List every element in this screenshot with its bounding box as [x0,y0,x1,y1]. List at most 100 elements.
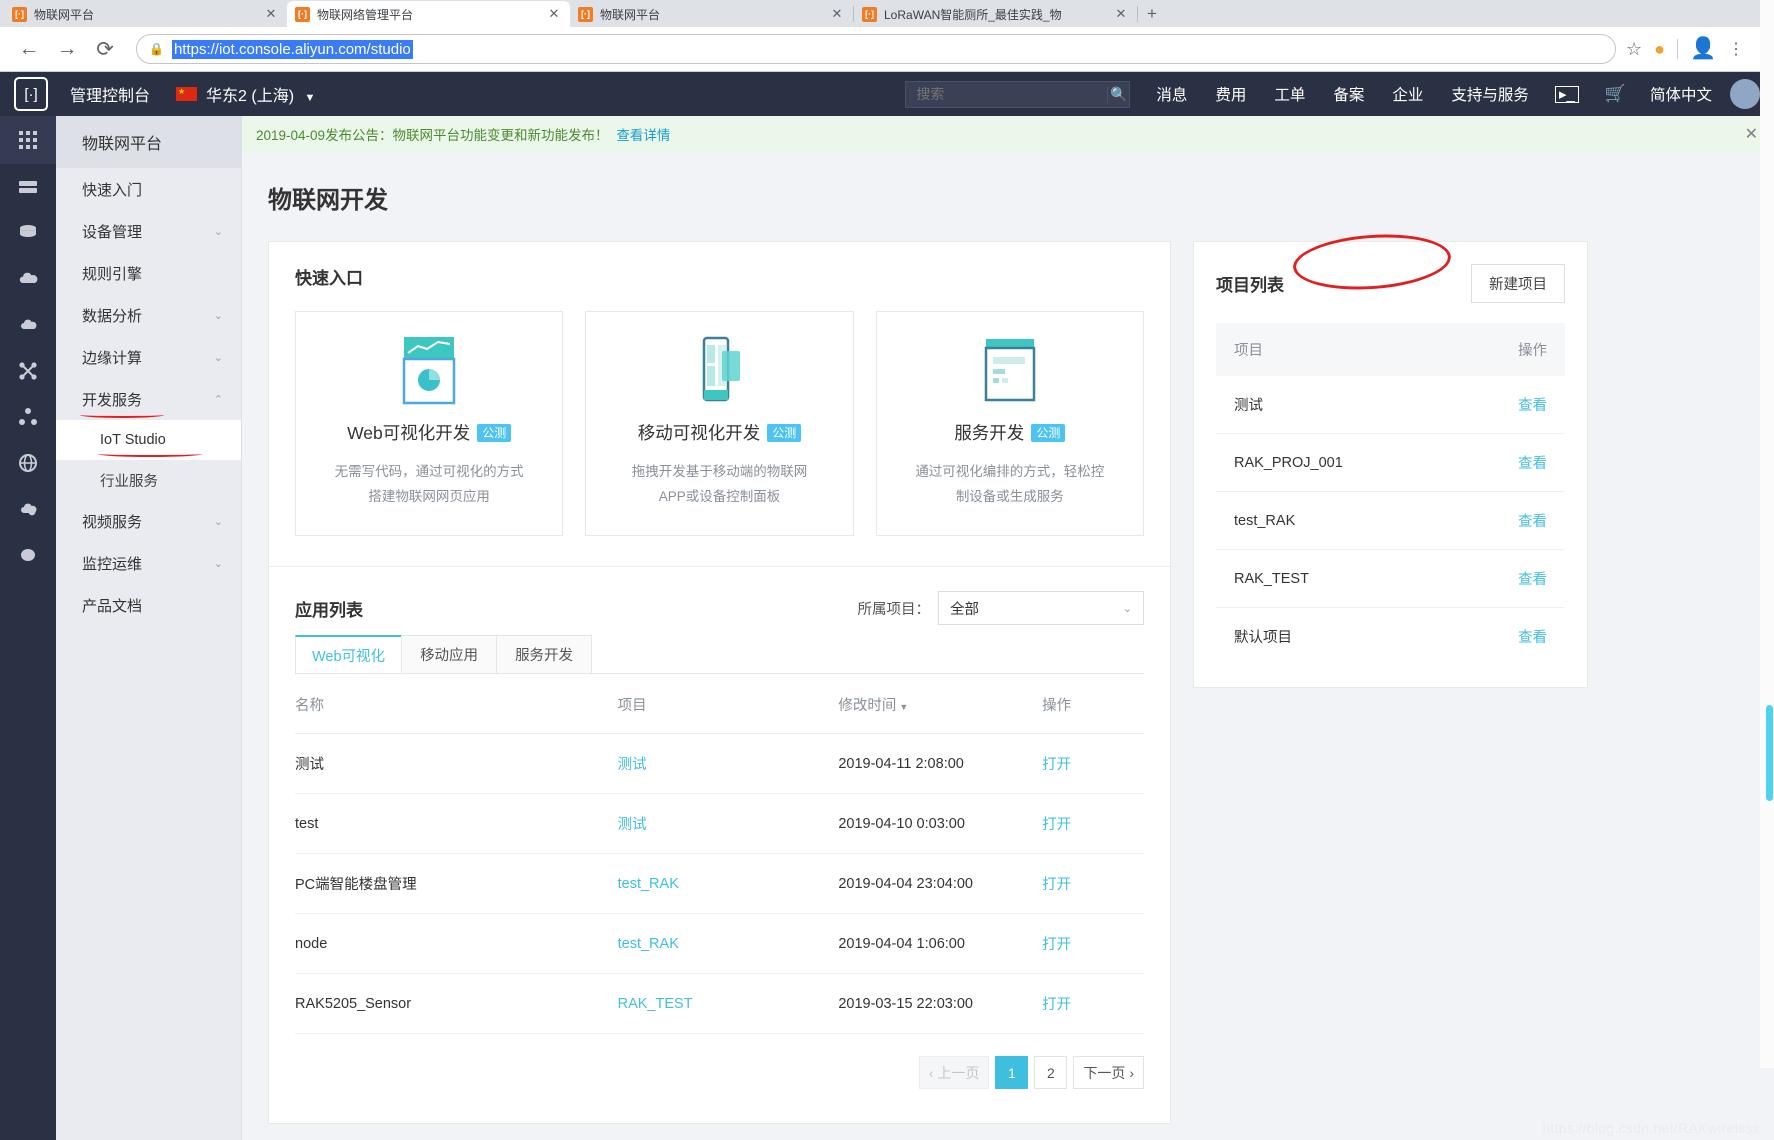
entry-card-service-dev[interactable]: 服务开发 公测 通过可视化编排的方式，轻松控 制设备或生成服务 [876,311,1144,536]
profile-avatar-icon[interactable]: 👤 [1690,37,1716,61]
sidebar-item-rule-engine[interactable]: 规则引擎 [56,252,241,294]
share-nodes-icon[interactable] [0,394,56,440]
new-tab-button[interactable]: + [1138,1,1166,27]
cell-project-link[interactable]: test_RAK [618,854,839,914]
tab-close-icon[interactable]: ✕ [263,6,279,22]
announcement-link[interactable]: 查看详情 [616,128,670,143]
view-project-link[interactable]: 查看 [1518,452,1547,473]
sidebar-item-product-docs[interactable]: 产品文档 [56,584,241,626]
open-app-link[interactable]: 打开 [1042,974,1144,1034]
globe-icon[interactable] [0,440,56,486]
pagination-prev[interactable]: ‹ 上一页 [919,1056,990,1089]
new-project-button[interactable]: 新建项目 [1471,264,1565,303]
region-selector[interactable]: 华东2 (上海) ▼ [206,82,315,106]
open-app-link[interactable]: 打开 [1042,914,1144,974]
browser-tab[interactable]: [·] 物联网平台 ✕ [4,1,287,27]
cell-project-link[interactable]: RAK_TEST [618,974,839,1034]
sidebar-item-quickstart[interactable]: 快速入门 [56,168,241,210]
cell-project-link[interactable]: 测试 [618,734,839,794]
tab-close-icon[interactable]: ✕ [829,6,845,22]
three-dot-menu-icon[interactable]: ⋮ [1728,39,1744,59]
pagination: ‹ 上一页 1 2 下一页 › [295,1034,1144,1113]
cell-project-link[interactable]: 测试 [618,794,839,854]
address-bar[interactable]: 🔒 https://iot.console.aliyun.com/studio [136,34,1616,64]
project-row: 默认项目 查看 [1216,608,1565,665]
column-header-project: 项目 [618,674,839,734]
apps-grid-icon[interactable] [0,116,56,164]
entry-card-desc-line2: 搭建物联网网页应用 [304,484,554,509]
cloud-security-icon[interactable] [0,486,56,532]
topnav-item-billing[interactable]: 费用 [1215,83,1246,105]
announcement-text: 2019-04-09发布公告：物联网平台功能变更和新功能发布！ [256,128,609,143]
sort-descending-icon: ▼ [899,702,908,712]
tab-favicon-icon: [·] [578,7,593,22]
cloud-icon[interactable] [0,302,56,348]
entry-card-web-visual[interactable]: Web可视化开发 公测 无需写代码，通过可视化的方式 搭建物联网网页应用 [295,311,563,536]
sidebar-item-video-services[interactable]: 视频服务 ⌄ [56,500,241,542]
sidebar-item-development-services[interactable]: 开发服务 ⌃ [56,378,241,420]
terminal-icon[interactable]: ▸_ [1555,86,1579,103]
sidebar-item-device-management[interactable]: 设备管理 ⌄ [56,210,241,252]
entry-card-mobile-visual[interactable]: 移动可视化开发 公测 拖拽开发基于移动端的物联网 APP或设备控制面板 [585,311,853,536]
page-scrollbar-track[interactable] [1760,0,1774,1068]
tab-close-icon[interactable]: ✕ [1113,6,1129,22]
project-filter-select[interactable]: 全部 ⌄ [938,591,1144,625]
server-icon[interactable] [0,164,56,210]
view-project-link[interactable]: 查看 [1518,510,1547,531]
reload-icon[interactable]: ⟳ [88,32,122,66]
sidebar-item-label: 快速入门 [82,179,142,200]
cell-project-link[interactable]: test_RAK [618,914,839,974]
avatar[interactable] [1730,79,1760,109]
aliyun-logo[interactable]: [·] [14,77,48,111]
topnav-item-tickets[interactable]: 工单 [1274,83,1305,105]
language-selector[interactable]: 简体中文 [1650,83,1712,105]
view-project-link[interactable]: 查看 [1518,568,1547,589]
search-icon[interactable]: 🔍 [1107,86,1129,103]
cell-modified-time: 2019-04-04 1:06:00 [838,914,1042,974]
cloud-stack-icon[interactable] [0,256,56,302]
console-label[interactable]: 管理控制台 [70,82,150,106]
cell-app-name: 测试 [295,734,618,794]
open-app-link[interactable]: 打开 [1042,734,1144,794]
tab-favicon-icon: [·] [12,7,27,22]
sidebar-item-industry-services[interactable]: 行业服务 [56,460,241,500]
open-app-link[interactable]: 打开 [1042,794,1144,854]
browser-tab-active[interactable]: [·] 物联网络管理平台 ✕ [287,1,570,27]
star-icon[interactable]: ☆ [1626,39,1642,60]
search-input[interactable] [906,86,1107,102]
shopping-cart-icon[interactable]: 🛒 [1605,84,1626,104]
column-header-modified[interactable]: 修改时间▼ [838,674,1042,734]
tab-close-icon[interactable]: ✕ [546,6,562,22]
topnav-item-messages[interactable]: 消息 [1156,83,1187,105]
view-project-link[interactable]: 查看 [1518,394,1547,415]
browser-tab[interactable]: [·] 物联网平台 ✕ [570,1,853,27]
sidebar-item-data-analysis[interactable]: 数据分析 ⌄ [56,294,241,336]
browser-tab[interactable]: [·] LoRaWAN智能厕所_最佳实践_物 ✕ [854,1,1137,27]
tab-web-visual[interactable]: Web可视化 [295,635,402,673]
pagination-page-1[interactable]: 1 [995,1056,1028,1089]
sidebar-item-edge-computing[interactable]: 边缘计算 ⌄ [56,336,241,378]
search-box[interactable]: 🔍 [905,81,1130,108]
forward-arrow-icon[interactable]: → [50,32,84,66]
topnav-item-enterprise[interactable]: 企业 [1392,83,1423,105]
page-scrollbar-thumb[interactable] [1766,705,1773,801]
extension-icon[interactable]: ● [1654,39,1665,60]
topnav-item-support[interactable]: 支持与服务 [1451,83,1529,105]
annotation-underline-iot-studio [98,451,202,457]
entry-card-desc-line1: 通过可视化编排的方式，轻松控 [885,459,1135,484]
view-project-link[interactable]: 查看 [1518,626,1547,647]
circle-icon[interactable] [0,532,56,578]
chevron-down-icon: ⌄ [214,225,223,238]
open-app-link[interactable]: 打开 [1042,854,1144,914]
sidebar-item-iot-studio[interactable]: IoT Studio [56,420,241,460]
network-nodes-icon[interactable] [0,348,56,394]
close-icon[interactable]: ✕ [1745,124,1758,144]
tab-mobile-app[interactable]: 移动应用 [401,635,497,673]
topnav-item-icp[interactable]: 备案 [1333,83,1364,105]
back-arrow-icon[interactable]: ← [12,32,46,66]
database-icon[interactable] [0,210,56,256]
pagination-next[interactable]: 下一页 › [1073,1056,1144,1089]
tab-service-dev[interactable]: 服务开发 [496,635,592,673]
pagination-page-2[interactable]: 2 [1034,1056,1067,1089]
sidebar-item-monitoring[interactable]: 监控运维 ⌄ [56,542,241,584]
